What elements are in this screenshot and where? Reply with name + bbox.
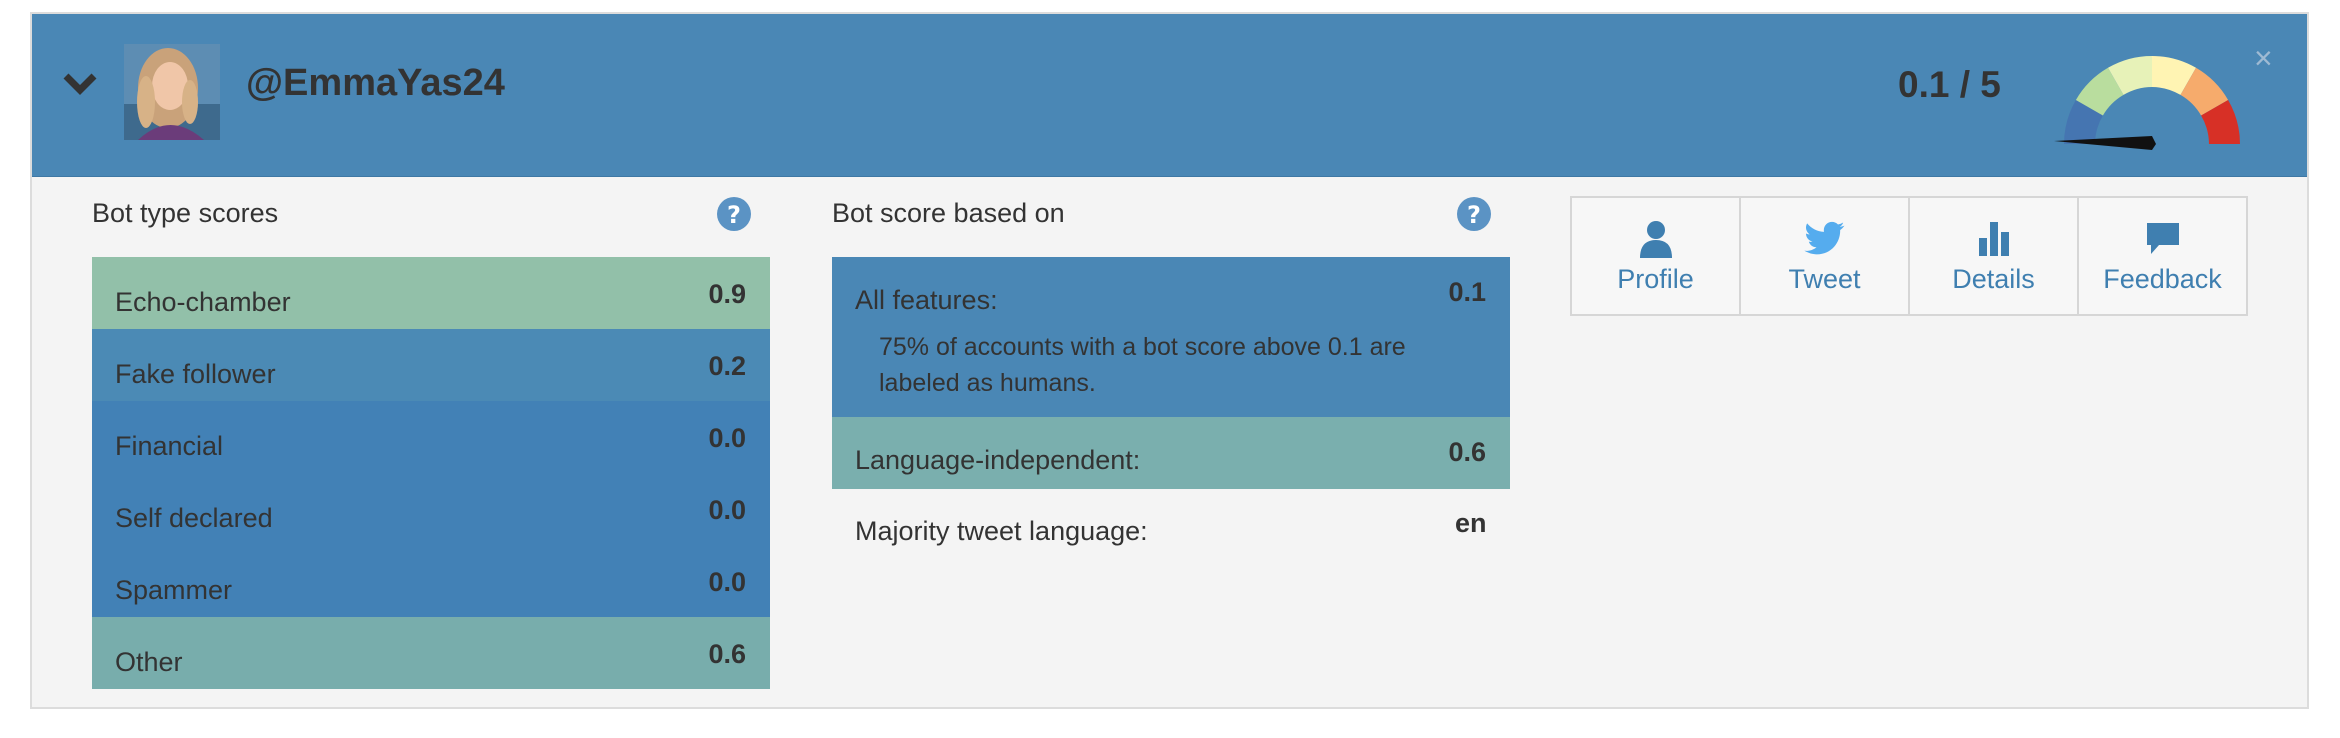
bot-type-row-other: Other 0.6 <box>92 617 770 689</box>
bot-type-row-echo-chamber: Echo-chamber 0.9 <box>92 257 770 329</box>
majority-language-label: Majority tweet language: <box>855 516 1148 546</box>
bot-type-title: Bot type scores <box>92 198 279 228</box>
bot-type-row-self-declared: Self declared 0.0 <box>92 473 770 545</box>
svg-text:?: ? <box>727 201 741 229</box>
profile-button[interactable]: Profile <box>1572 198 1741 314</box>
bot-score-text: 0.1 / 5 <box>1898 64 2001 105</box>
language-independent-label: Language-independent: <box>855 445 1141 475</box>
all-features-value: 0.1 <box>1448 277 1486 307</box>
avatar[interactable] <box>124 44 220 140</box>
help-icon[interactable]: ? <box>1456 196 1492 232</box>
language-independent-row: Language-independent: 0.6 <box>832 417 1510 489</box>
all-features-description: 75% of accounts with a bot score above 0… <box>879 333 1406 397</box>
bot-type-label: Self declared <box>115 503 273 533</box>
account-handle[interactable]: @EmmaYas24 <box>246 62 505 105</box>
all-features-row: All features: 0.1 75% of accounts with a… <box>832 257 1510 417</box>
tweet-button[interactable]: Tweet <box>1741 198 1910 314</box>
bot-type-value: 0.0 <box>708 567 746 597</box>
action-button-group: Profile Tweet Details Feedback <box>1570 196 2248 316</box>
help-icon[interactable]: ? <box>716 196 752 232</box>
bot-type-value: 0.9 <box>708 279 746 309</box>
bot-type-row-financial: Financial 0.0 <box>92 401 770 473</box>
user-icon <box>1639 221 1672 258</box>
score-gauge <box>2054 56 2240 150</box>
bot-score-title: Bot score based on <box>832 198 1065 228</box>
bot-type-label: Other <box>115 647 183 677</box>
details-button-label: Details <box>1952 264 2035 294</box>
card-header: @EmmaYas24 0.1 / 5 × <box>32 14 2307 177</box>
majority-language-value: en <box>1455 508 1487 538</box>
bot-score-features: All features: 0.1 75% of accounts with a… <box>832 257 1510 489</box>
bot-result-card: @EmmaYas24 0.1 / 5 × Bot type scores ? E… <box>30 12 2309 709</box>
feedback-button[interactable]: Feedback <box>2079 198 2246 314</box>
twitter-bird-icon <box>1803 221 1844 255</box>
svg-text:?: ? <box>1467 201 1481 229</box>
bot-type-label: Echo-chamber <box>115 287 291 317</box>
bot-type-value: 0.6 <box>708 639 746 669</box>
language-independent-value: 0.6 <box>1448 437 1486 467</box>
details-button[interactable]: Details <box>1910 198 2079 314</box>
bar-chart-icon <box>1978 222 2009 256</box>
bot-type-row-spammer: Spammer 0.0 <box>92 545 770 617</box>
bot-type-row-fake-follower: Fake follower 0.2 <box>92 329 770 401</box>
feedback-button-label: Feedback <box>2103 264 2222 294</box>
bot-type-value: 0.2 <box>708 351 746 381</box>
close-icon[interactable]: × <box>2254 42 2273 74</box>
all-features-label: All features: <box>855 285 998 315</box>
bot-type-label: Spammer <box>115 575 233 605</box>
bot-type-value: 0.0 <box>708 495 746 525</box>
bot-type-label: Financial <box>115 431 224 461</box>
bot-type-label: Fake follower <box>115 359 276 389</box>
bot-type-list: Echo-chamber 0.9 Fake follower 0.2 Finan… <box>92 257 770 689</box>
profile-button-label: Profile <box>1617 264 1694 294</box>
bot-type-value: 0.0 <box>708 423 746 453</box>
chevron-down-icon[interactable] <box>60 64 100 104</box>
tweet-button-label: Tweet <box>1788 264 1861 294</box>
comment-icon <box>2146 223 2179 254</box>
